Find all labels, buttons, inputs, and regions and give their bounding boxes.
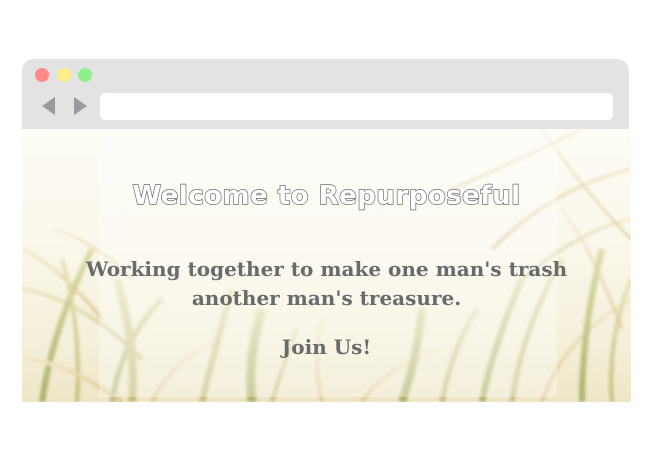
join-us-link[interactable]: Join Us! <box>22 335 631 359</box>
page-title: Welcome to Repurposeful <box>132 180 521 211</box>
browser-chrome <box>22 59 629 129</box>
page-viewport: Welcome to Repurposeful Working together… <box>22 129 631 402</box>
browser-window: Welcome to Repurposeful Working together… <box>22 59 631 402</box>
close-window-button[interactable] <box>35 68 49 82</box>
tagline-text: Working together to make one man's trash… <box>85 257 568 310</box>
address-bar[interactable] <box>100 93 613 120</box>
minimize-window-button[interactable] <box>57 68 71 82</box>
maximize-window-button[interactable] <box>78 68 92 82</box>
forward-arrow-icon[interactable] <box>74 97 87 115</box>
back-arrow-icon[interactable] <box>42 97 55 115</box>
